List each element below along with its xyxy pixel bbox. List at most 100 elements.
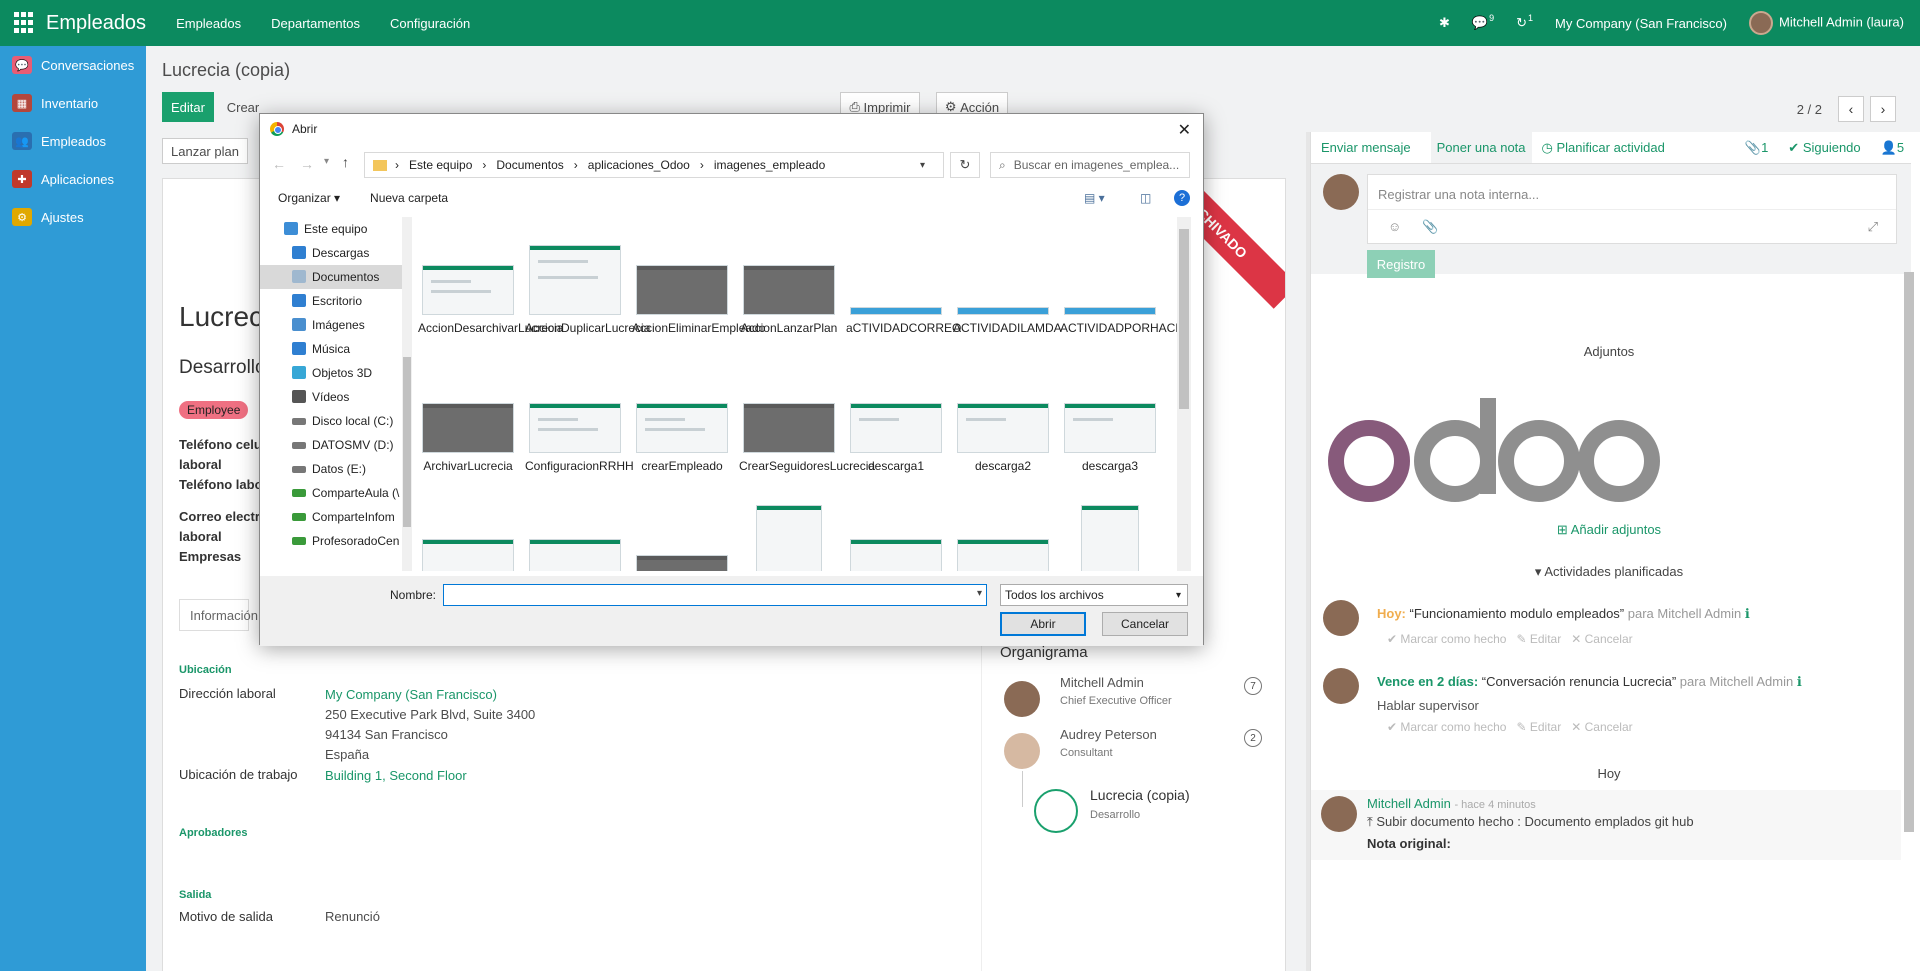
open-button[interactable]: Abrir (1000, 612, 1086, 636)
forward-arrow-icon[interactable]: → (300, 156, 314, 172)
sidebar-item-ajustes[interactable]: ⚙ Ajustes (0, 198, 146, 236)
file-item[interactable]: CrearSeguidoresLucrecia (739, 403, 875, 473)
file-item[interactable]: ACTIVIDADPORHACER (1060, 307, 1188, 335)
file-item[interactable]: descarga1 (846, 403, 946, 473)
nav-item-objetos-3d[interactable]: Objetos 3D (260, 361, 410, 385)
followers-counter[interactable]: 👤5 (1881, 140, 1904, 156)
nav-item-documentos[interactable]: Documentos (260, 265, 410, 289)
pager-next-icon[interactable]: › (1870, 96, 1896, 122)
back-arrow-icon[interactable]: ← (272, 156, 286, 172)
departure-reason-value[interactable]: Renunció (325, 909, 380, 924)
nav-item-musica[interactable]: Música (260, 337, 410, 361)
odoo-logo-attachment[interactable] (1325, 398, 1661, 508)
preview-pane-icon[interactable]: ◫ (1140, 191, 1151, 205)
recent-chevron-icon[interactable]: ▾ (324, 156, 329, 167)
menu-configuracion[interactable]: Configuración (390, 16, 470, 31)
nav-item-descargas[interactable]: Descargas (260, 241, 410, 265)
work-location-value[interactable]: Building 1, Second Floor (325, 768, 467, 783)
file-item[interactable] (739, 505, 839, 571)
up-arrow-icon[interactable]: ↑ (342, 154, 349, 170)
refresh-icon[interactable]: ↻ (950, 152, 980, 178)
file-item[interactable]: ACTIVIDADILAMDA (953, 307, 1062, 335)
file-item[interactable] (418, 539, 518, 571)
org-person-name[interactable]: Mitchell Admin (1060, 675, 1144, 690)
file-list-scrollbar[interactable] (1177, 217, 1191, 571)
chevron-down-icon[interactable]: ▾ (920, 160, 925, 171)
file-item[interactable]: aCTIVIDADCORREO (846, 307, 961, 335)
file-name-input[interactable]: ▾ (443, 584, 987, 606)
file-item[interactable]: descarga2 (953, 403, 1053, 473)
search-input[interactable]: ⌕ Buscar en imagenes_emplea... (990, 152, 1190, 178)
sidebar-item-conversaciones[interactable]: 💬 Conversaciones (0, 46, 146, 84)
address-bar[interactable]: › Este equipo › Documentos › aplicacione… (364, 152, 944, 178)
org-count-badge[interactable]: 7 (1244, 677, 1262, 695)
file-item[interactable]: AccionLanzarPlan (739, 265, 839, 335)
nav-item-comparteinfom[interactable]: ComparteInfom (260, 505, 410, 529)
nav-item-videos[interactable]: Vídeos (260, 385, 410, 409)
tab-informacion[interactable]: Información (179, 599, 258, 631)
menu-empleados[interactable]: Empleados (176, 16, 241, 31)
chat-icon[interactable]: 💬9 (1472, 13, 1494, 31)
avatar[interactable] (1004, 681, 1040, 717)
message-author[interactable]: Mitchell Admin (1367, 796, 1451, 811)
path-segment[interactable]: imagenes_empleado (714, 158, 825, 172)
file-type-select[interactable]: Todos los archivos ▾ (1000, 584, 1188, 606)
cancel-activity-button[interactable]: ✕ Cancelar (1571, 720, 1632, 734)
paperclip-icon[interactable]: 📎 (1422, 219, 1438, 235)
file-item[interactable]: AccionDesarchivarLucrecia (418, 265, 563, 335)
cancel-activity-button[interactable]: ✕ Cancelar (1571, 632, 1632, 646)
file-item[interactable]: AccionDuplicarLucrecia (525, 245, 650, 335)
file-item[interactable]: ConfiguracionRRHH (525, 403, 634, 473)
employee-tag[interactable]: Employee (179, 401, 249, 419)
file-item[interactable]: crearEmpleado (632, 403, 732, 473)
emoji-icon[interactable]: ☺ (1388, 219, 1401, 234)
view-options-icon[interactable]: ▤ ▾ (1084, 191, 1105, 205)
attachments-counter[interactable]: 📎1 (1745, 140, 1768, 156)
expand-icon[interactable]: ⤢ (1868, 219, 1878, 235)
chatter-scrollbar[interactable] (1904, 272, 1914, 832)
debug-bug-icon[interactable]: ✱ (1439, 15, 1450, 31)
nav-item-disco-c[interactable]: Disco local (C:) (260, 409, 410, 433)
file-item[interactable] (632, 555, 732, 571)
apps-menu-icon[interactable] (14, 12, 36, 34)
edit-button[interactable]: Editar (162, 92, 214, 122)
path-segment[interactable]: Documentos (496, 158, 563, 172)
add-attachments-button[interactable]: ⊞ Añadir adjuntos (1311, 522, 1907, 538)
organize-menu[interactable]: Organizar ▾ (278, 191, 340, 205)
send-message-tab[interactable]: Enviar mensaje (1321, 140, 1411, 155)
nav-item-comparteaula[interactable]: ComparteAula (\ (260, 481, 410, 505)
pager-value[interactable]: 2 / 2 (1797, 102, 1822, 117)
file-item[interactable] (1060, 505, 1160, 571)
employee-name[interactable]: Lucreci (179, 301, 269, 333)
info-icon[interactable]: ℹ (1745, 606, 1750, 621)
sidebar-item-aplicaciones[interactable]: ✚ Aplicaciones (0, 160, 146, 198)
launch-plan-button[interactable]: Lanzar plan (162, 138, 248, 164)
org-count-badge[interactable]: 2 (1244, 729, 1262, 747)
nav-item-este-equipo[interactable]: Este equipo (260, 217, 410, 241)
nav-scrollbar[interactable] (402, 217, 412, 571)
close-icon[interactable]: ✕ (1178, 120, 1191, 140)
note-input-placeholder[interactable]: Registrar una nota interna... (1378, 187, 1539, 202)
path-segment[interactable]: Este equipo (409, 158, 472, 172)
employee-job[interactable]: Desarrollo (179, 357, 266, 379)
cancel-button[interactable]: Cancelar (1102, 612, 1188, 636)
nav-item-imagenes[interactable]: Imágenes (260, 313, 410, 337)
log-note-tab[interactable]: Poner una nota (1430, 132, 1532, 163)
path-segment[interactable]: aplicaciones_Odoo (588, 158, 690, 172)
file-item[interactable] (953, 539, 1053, 571)
mark-done-button[interactable]: ✔ Marcar como hecho (1387, 632, 1506, 646)
new-folder-button[interactable]: Nueva carpeta (370, 191, 448, 205)
edit-activity-button[interactable]: ✎ Editar (1516, 632, 1561, 646)
file-item[interactable] (846, 539, 946, 571)
nav-item-profesoradocen[interactable]: ProfesoradoCen (260, 529, 410, 553)
user-menu[interactable]: Mitchell Admin (laura) (1749, 11, 1904, 35)
file-item[interactable] (525, 539, 625, 571)
help-icon[interactable]: ? (1174, 190, 1190, 206)
nav-item-datos-e[interactable]: Datos (E:) (260, 457, 410, 481)
company-switcher[interactable]: My Company (San Francisco) (1555, 16, 1727, 31)
activity-clock-icon[interactable]: ↻1 (1516, 13, 1533, 31)
pager-prev-icon[interactable]: ‹ (1838, 96, 1864, 122)
nav-item-escritorio[interactable]: Escritorio (260, 289, 410, 313)
info-icon[interactable]: ℹ (1797, 674, 1802, 689)
log-button[interactable]: Registro (1367, 250, 1435, 278)
